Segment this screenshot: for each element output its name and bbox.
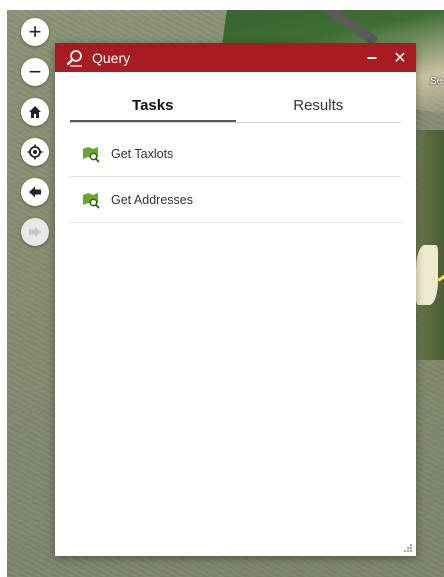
task-label: Get Addresses <box>111 192 193 207</box>
arrow-right-icon <box>29 226 41 238</box>
tab-tasks[interactable]: Tasks <box>70 95 236 122</box>
task-label: Get Taxlots <box>111 146 174 161</box>
map-query-icon <box>83 192 100 208</box>
map-label: Se <box>430 76 443 87</box>
panel-tabs: Tasks Results <box>70 95 401 123</box>
arrow-left-icon <box>29 186 41 198</box>
locate-button[interactable] <box>21 138 49 166</box>
close-icon: ✕ <box>393 49 407 67</box>
minus-icon: − <box>28 59 42 84</box>
zoom-out-button[interactable]: − <box>21 58 49 86</box>
panel-header[interactable]: Query – ✕ <box>55 43 416 72</box>
query-icon <box>66 49 82 67</box>
tab-results[interactable]: Results <box>236 95 402 122</box>
panel-title: Query <box>92 49 131 66</box>
next-extent-button[interactable] <box>21 218 49 246</box>
map-query-icon <box>83 146 100 162</box>
close-button[interactable]: ✕ <box>389 43 411 72</box>
task-item-get-taxlots[interactable]: Get Taxlots <box>70 131 401 177</box>
task-item-get-addresses[interactable]: Get Addresses <box>70 177 401 223</box>
locate-icon <box>27 144 43 160</box>
beach-sand <box>416 245 438 305</box>
task-list: Get Taxlots Get Addresses <box>70 131 401 223</box>
home-button[interactable] <box>21 98 49 126</box>
query-panel: Query – ✕ Tasks Results Get Taxlots Get … <box>55 43 416 556</box>
resize-grip-icon[interactable] <box>403 543 413 553</box>
zoom-in-button[interactable]: + <box>21 18 49 46</box>
previous-extent-button[interactable] <box>21 178 49 206</box>
minimize-icon: – <box>366 47 377 67</box>
minimize-button[interactable]: – <box>362 43 382 72</box>
plus-icon: + <box>28 19 42 44</box>
home-icon <box>29 106 41 118</box>
